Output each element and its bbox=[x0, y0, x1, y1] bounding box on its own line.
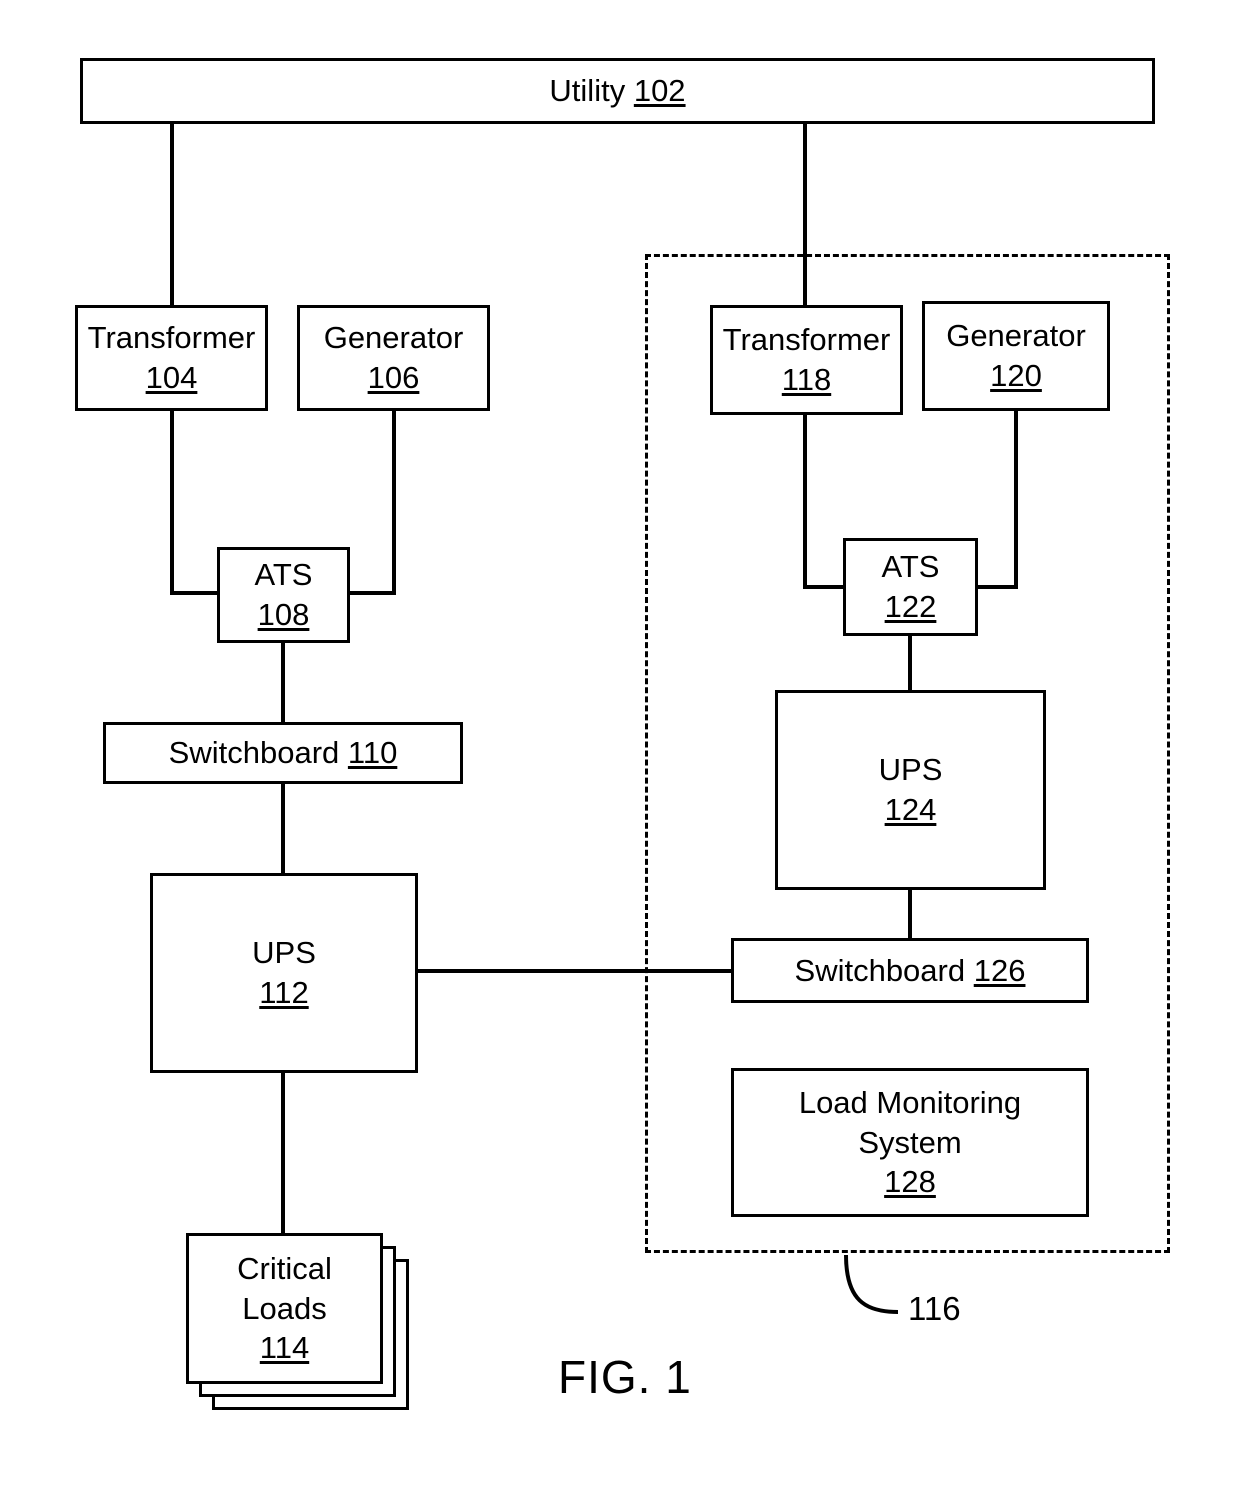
node-ups-112-ref: 112 bbox=[259, 975, 309, 1010]
node-ups-112-label: UPS bbox=[252, 935, 316, 971]
node-critical-loads-114-label-2: Loads bbox=[242, 1290, 327, 1326]
node-ats-122-label: ATS bbox=[881, 549, 940, 585]
node-load-monitoring-system-128[interactable]: Load Monitoring System 128 bbox=[731, 1068, 1089, 1217]
node-generator-120[interactable]: Generator 120 bbox=[922, 301, 1110, 411]
node-utility-text: Utility 102 bbox=[549, 73, 686, 109]
callout-leader-116 bbox=[844, 1254, 899, 1314]
node-ats-122[interactable]: ATS 122 bbox=[843, 538, 978, 636]
wire-transformer-104-to-ats-108 bbox=[170, 411, 217, 595]
node-ups-124[interactable]: UPS 124 bbox=[775, 690, 1046, 890]
node-load-monitoring-system-128-ref: 128 bbox=[884, 1164, 936, 1200]
node-critical-loads-114-ref: 114 bbox=[259, 1330, 310, 1366]
node-load-monitoring-system-128-label-2: System bbox=[858, 1124, 962, 1160]
node-transformer-104-label: Transformer bbox=[87, 320, 256, 356]
node-switchboard-126-text: Switchboard 126 bbox=[794, 952, 1026, 988]
node-transformer-104[interactable]: Transformer 104 bbox=[75, 305, 268, 411]
node-ups-124-ref: 124 bbox=[884, 792, 937, 827]
node-ats-108[interactable]: ATS 108 bbox=[217, 547, 350, 643]
region-callout-label-116: 116 bbox=[908, 1290, 961, 1327]
wire-generator-106-to-ats-108 bbox=[350, 411, 396, 595]
node-generator-120-ref: 120 bbox=[990, 358, 1042, 393]
node-generator-106-ref: 106 bbox=[367, 360, 420, 395]
node-generator-120-label: Generator bbox=[946, 318, 1086, 354]
node-transformer-118-label: Transformer bbox=[722, 322, 891, 358]
node-ats-108-ref: 108 bbox=[257, 597, 310, 632]
node-generator-106[interactable]: Generator 106 bbox=[297, 305, 490, 411]
node-transformer-118-ref: 118 bbox=[781, 362, 832, 397]
node-load-monitoring-system-128-label-1: Load Monitoring bbox=[798, 1084, 1022, 1120]
node-switchboard-110[interactable]: Switchboard 110 bbox=[103, 722, 463, 784]
node-transformer-118[interactable]: Transformer 118 bbox=[710, 305, 903, 415]
patent-figure: Utility 102 Transformer 104 Generator 10… bbox=[0, 0, 1240, 1504]
node-ups-112[interactable]: UPS 112 bbox=[150, 873, 418, 1073]
node-generator-106-label: Generator bbox=[323, 320, 464, 356]
node-critical-loads-114-label-1: Critical bbox=[237, 1250, 332, 1286]
node-utility[interactable]: Utility 102 bbox=[80, 58, 1155, 124]
node-ups-124-label: UPS bbox=[878, 752, 943, 788]
node-switchboard-110-text: Switchboard 110 bbox=[168, 735, 398, 771]
node-critical-loads-114[interactable]: Critical Loads 114 bbox=[186, 1233, 383, 1384]
node-ats-108-label: ATS bbox=[254, 557, 313, 593]
node-transformer-104-ref: 104 bbox=[145, 360, 198, 395]
node-ats-122-ref: 122 bbox=[884, 589, 937, 624]
figure-caption: FIG. 1 bbox=[558, 1351, 692, 1403]
node-switchboard-126[interactable]: Switchboard 126 bbox=[731, 938, 1089, 1003]
